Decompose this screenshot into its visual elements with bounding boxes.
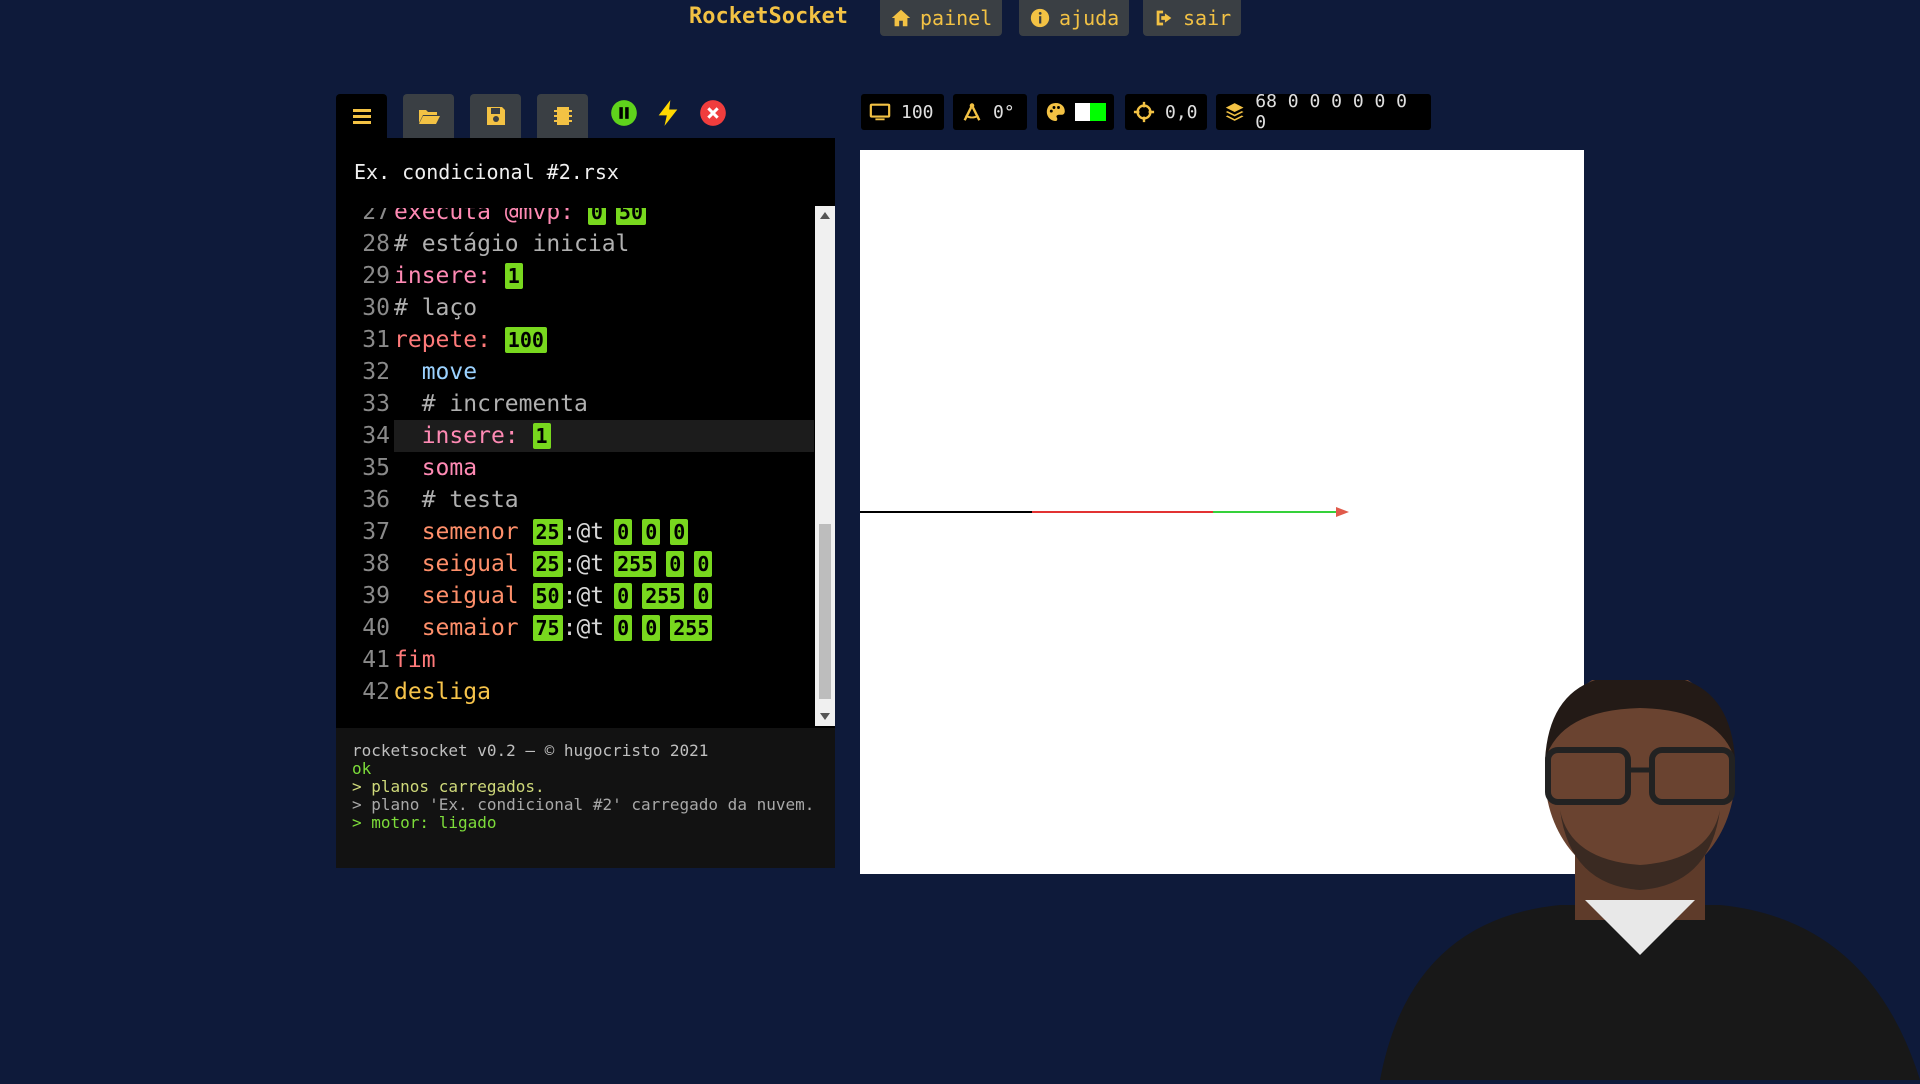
angle-value: 0° (993, 101, 1015, 123)
code-line: 42 desliga (362, 679, 491, 705)
editor-scrollbar[interactable] (815, 206, 835, 726)
scroll-thumb[interactable] (819, 524, 831, 699)
code-line: 32 move (362, 359, 478, 385)
code-line: 38 seigual 25:@t 255 0 0 (336, 548, 814, 580)
nav-sair-button[interactable]: sair (1143, 0, 1242, 36)
code-line: 37 semenor 25:@t 0 0 0 (336, 516, 814, 548)
code-line: 27 executa @mvp: 0 50 (336, 208, 814, 228)
code-line: 29 insere: 1 (336, 260, 814, 292)
sign-out-icon (1156, 10, 1172, 26)
nav-painel-label: painel (920, 6, 993, 30)
display-value: 100 (901, 101, 934, 123)
save-button[interactable] (470, 94, 521, 138)
scroll-up-arrow[interactable] (820, 212, 830, 219)
stack-value: 68 0 0 0 0 0 0 0 (1255, 91, 1407, 133)
bars-icon (352, 109, 371, 124)
webcam-presenter (1380, 665, 1920, 1080)
code-line: 36 # testa (362, 487, 519, 513)
chip-icon (553, 107, 572, 125)
run-button[interactable] (653, 98, 683, 128)
code-line: 28 # estágio inicial (362, 231, 630, 257)
code-line: 35 soma (362, 455, 478, 481)
compass-drafting-icon (963, 103, 981, 121)
top-nav: RocketSocket painel ajuda sair (0, 0, 1920, 44)
info-icon (1030, 8, 1050, 28)
file-name: Ex. condicional #2.rsx (354, 160, 619, 184)
menu-button[interactable] (336, 94, 387, 138)
stack-status: 68 0 0 0 0 0 0 0 (1216, 91, 1431, 133)
crosshairs-icon (1133, 101, 1155, 123)
code-line-current: 34 insere: 1 (336, 420, 814, 452)
console-ok: ok (352, 759, 372, 778)
brand-logo[interactable]: RocketSocket (689, 4, 848, 29)
nav-ajuda-label: ajuda (1059, 6, 1120, 30)
chip-button[interactable] (537, 94, 588, 138)
code-editor[interactable]: Ex. condicional #2.rsx 27 executa @mvp: 0… (336, 138, 835, 728)
nav-painel-button[interactable]: painel (880, 0, 1003, 36)
color-status (1037, 94, 1114, 130)
pause-circle-icon (611, 100, 637, 126)
position-status: 0,0 (1125, 94, 1207, 130)
console-output: rocketsocket v0.2 — © hugocristo 2021 ok… (336, 728, 835, 868)
turtle-cursor (1336, 507, 1349, 517)
console-line: > planos carregados. (352, 777, 545, 796)
code-line: 31 repete: 100 (336, 324, 814, 356)
close-circle-icon (700, 100, 726, 126)
code-line: 39 seigual 50:@t 0 255 0 (336, 580, 814, 612)
console-line: > plano 'Ex. condicional #2' carregado d… (352, 795, 815, 814)
nav-ajuda-button[interactable]: ajuda (1019, 0, 1130, 36)
palette-icon (1046, 103, 1065, 121)
display-status: 100 (861, 94, 944, 130)
nav-sair-label: sair (1183, 6, 1232, 30)
stop-button[interactable] (698, 98, 728, 128)
angle-status: 0° (953, 94, 1027, 130)
layers-icon (1225, 103, 1244, 121)
folder-open-icon (418, 110, 440, 124)
home-icon (891, 9, 911, 27)
code-line: 33 # incrementa (362, 391, 588, 417)
open-button[interactable] (403, 94, 454, 138)
pause-button[interactable] (609, 98, 639, 128)
color-swatch-white (1074, 103, 1091, 121)
bolt-icon (658, 100, 678, 126)
position-value: 0,0 (1165, 101, 1198, 123)
color-swatch-green (1090, 103, 1106, 121)
code-line: 30 # laço (362, 295, 478, 321)
floppy-icon (486, 107, 505, 125)
scroll-down-arrow[interactable] (820, 713, 830, 720)
console-version: rocketsocket v0.2 — © hugocristo 2021 (352, 741, 709, 760)
code-line: 40 semaior 75:@t 0 0 255 (336, 612, 814, 644)
code-line: 41 fim (362, 647, 436, 673)
console-line: > motor: ligado (352, 813, 497, 832)
monitor-icon (869, 103, 891, 121)
